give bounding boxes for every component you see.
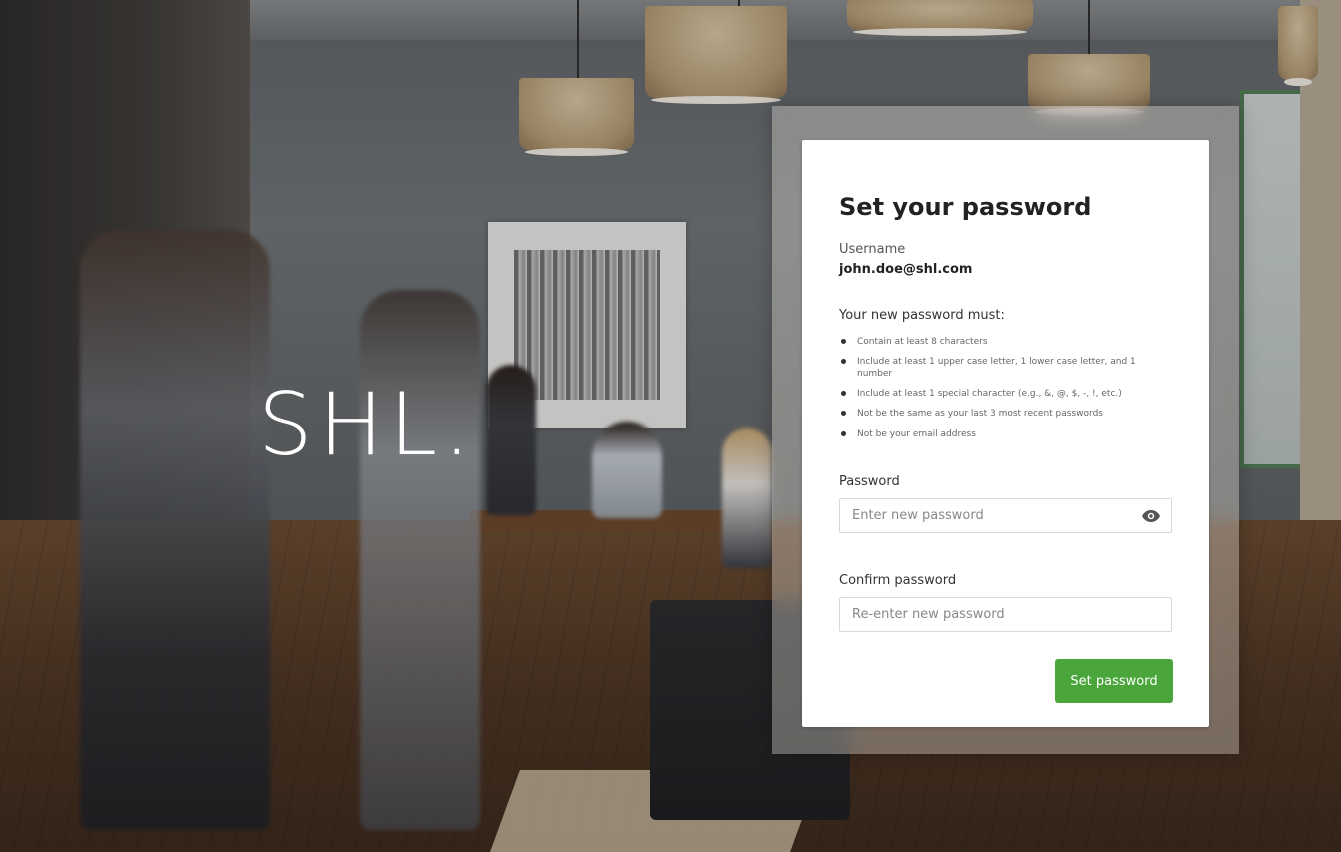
password-rule: Include at least 1 upper case letter, 1 … [839,356,1139,380]
bullet-icon [841,359,846,364]
password-rule-text: Contain at least 8 characters [857,337,988,347]
bullet-icon [841,431,846,436]
bullet-icon [841,411,846,416]
password-rule: Not be the same as your last 3 most rece… [839,408,1139,420]
eye-icon-graphic [1142,509,1160,522]
set-password-button[interactable]: Set password [1055,659,1173,703]
password-rule-text: Include at least 1 upper case letter, 1 … [857,357,1136,379]
bullet-icon [841,391,846,396]
set-password-card: Set your password Username john.doe@shl.… [802,140,1209,727]
password-rules-heading: Your new password must: [839,308,1005,323]
password-input[interactable] [850,507,1141,524]
password-rule: Include at least 1 special character (e.… [839,388,1139,400]
password-label: Password [839,474,900,489]
password-rules-list: Contain at least 8 characters Include at… [839,336,1139,448]
password-rule: Not be your email address [839,428,1139,440]
username-value: john.doe@shl.com [839,262,973,277]
confirm-password-field-wrapper [839,597,1172,632]
password-rule-text: Not be your email address [857,429,976,439]
page-title: Set your password [839,193,1092,221]
password-rule-text: Include at least 1 special character (e.… [857,389,1122,399]
confirm-password-input[interactable] [850,606,1161,623]
password-field-wrapper [839,498,1172,533]
shl-logo: SHL. [258,375,477,475]
login-screen: SHL. Set your password Username john.doe… [0,0,1341,852]
eye-icon[interactable] [1141,506,1161,526]
username-label: Username [839,242,906,257]
bullet-icon [841,339,846,344]
password-rule: Contain at least 8 characters [839,336,1139,348]
confirm-password-label: Confirm password [839,573,957,588]
password-rule-text: Not be the same as your last 3 most rece… [857,409,1103,419]
